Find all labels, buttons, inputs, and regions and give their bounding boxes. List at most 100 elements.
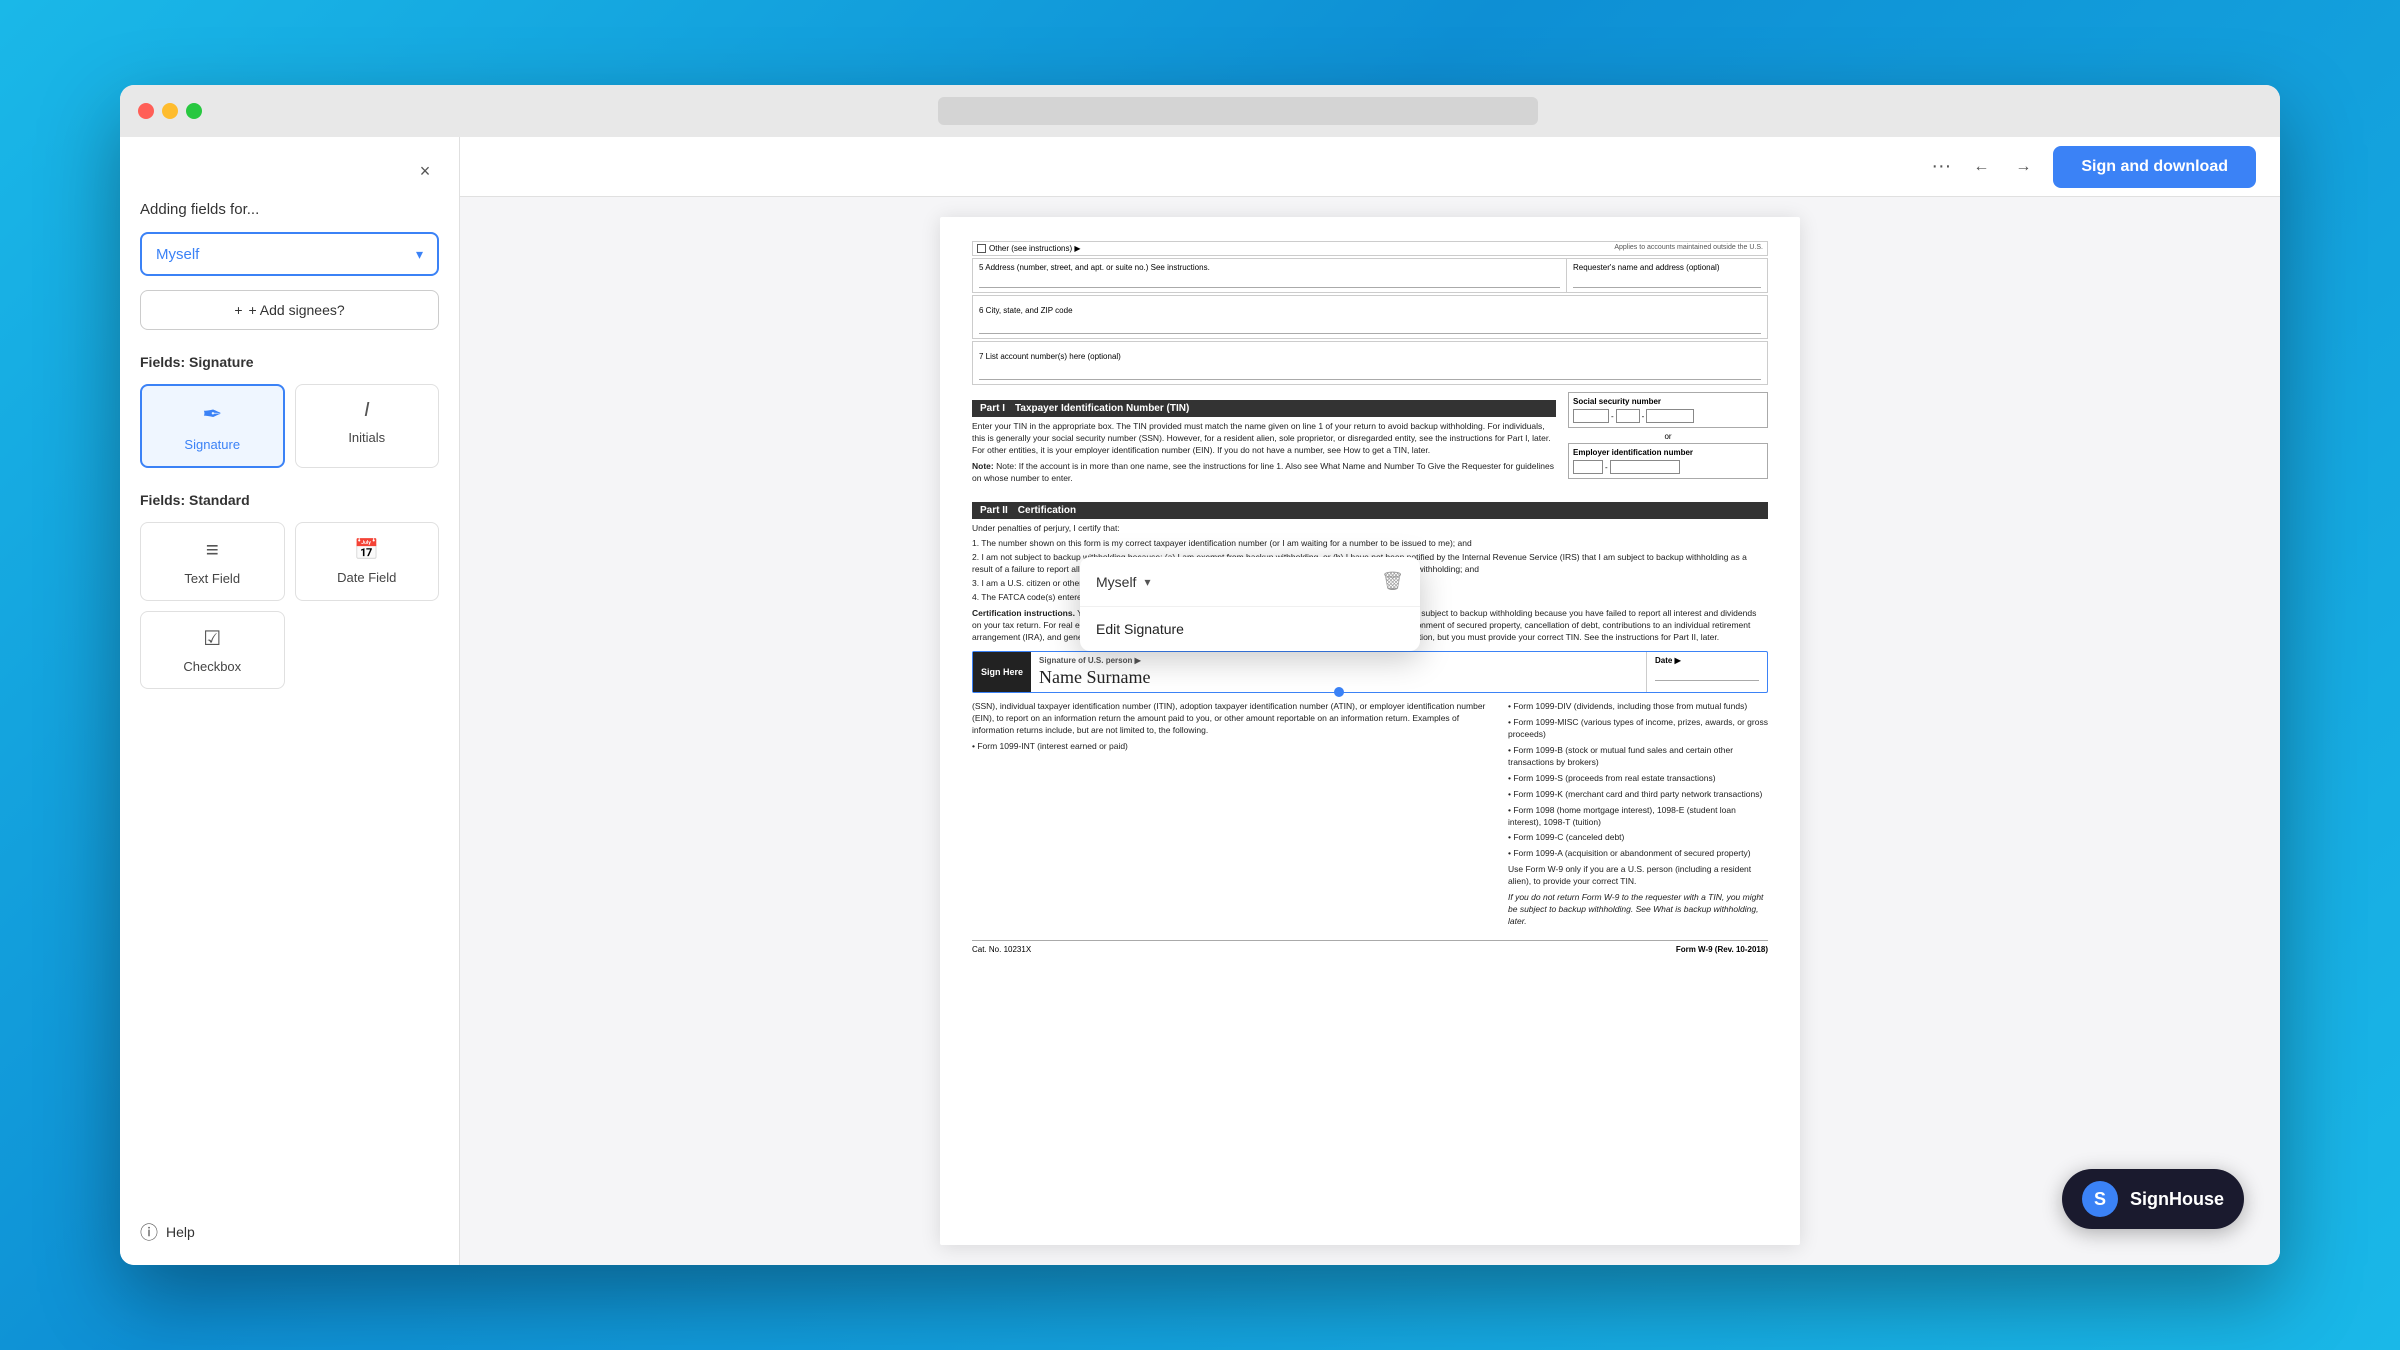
- popup-myself-text: Myself: [1096, 574, 1136, 590]
- sidebar-close-area: ×: [140, 157, 439, 185]
- add-signees-label: + Add signees?: [249, 302, 345, 318]
- part1-text: Enter your TIN in the appropriate box. T…: [972, 421, 1556, 457]
- sidebar: × Adding fields for... Myself ▾ + + Add …: [120, 137, 460, 1265]
- date-field-card[interactable]: 📅 Date Field: [295, 522, 440, 601]
- requesters-cell: Requester's name and address (optional): [1567, 259, 1767, 292]
- sign-here-label: Sign Here: [973, 652, 1031, 692]
- bottom-left-text: (SSN), individual taxpayer identificatio…: [972, 701, 1496, 737]
- document-area[interactable]: Other (see instructions) ▶ Applies to ac…: [460, 197, 2280, 1265]
- sign-here-text: Sign Here: [981, 667, 1023, 677]
- part2-title: Certification: [1018, 505, 1076, 516]
- signature-field-label: Signature: [184, 437, 240, 452]
- account-cell: 7 List account number(s) here (optional): [972, 341, 1768, 385]
- maximize-button[interactable]: [186, 103, 202, 119]
- date-field-area[interactable]: Date ▶: [1647, 652, 1767, 692]
- fields-signature-section-label: Fields: Signature: [140, 354, 439, 370]
- initials-field-card[interactable]: I Initials: [295, 384, 440, 468]
- forward-nav-button[interactable]: →: [2007, 151, 2039, 183]
- app-container: × Adding fields for... Myself ▾ + + Add …: [120, 137, 2280, 1265]
- applies-label: Applies to accounts maintained outside t…: [1610, 242, 1767, 255]
- account-label: 7 List account number(s) here (optional): [979, 352, 1121, 361]
- more-options-button[interactable]: ···: [1931, 155, 1951, 178]
- signature-dot: [1334, 687, 1344, 697]
- signhouse-badge: S SignHouse: [2062, 1169, 2244, 1229]
- cert-item-1: 1. The number shown on this form is my c…: [972, 538, 1768, 550]
- fields-standard-section-label: Fields: Standard: [140, 492, 439, 508]
- address-number-label: 5 Address (number, street, and apt. or s…: [979, 263, 1210, 272]
- checkbox-field-card[interactable]: ☑ Checkbox: [140, 611, 285, 689]
- ssn-box: Social security number - -: [1568, 392, 1768, 428]
- toolbar: ··· ← → Sign and download: [460, 137, 2280, 197]
- help-footer[interactable]: ⓘ Help: [140, 1219, 439, 1245]
- traffic-lights: [138, 103, 202, 119]
- help-text: Help: [166, 1224, 195, 1240]
- checkbox-label: Checkbox: [183, 659, 241, 674]
- text-field-icon: ≡: [206, 537, 219, 563]
- date-label: Date ▶: [1655, 656, 1759, 665]
- popup-header: Myself ▾ 🗑: [1080, 557, 1420, 607]
- other-checkbox: [977, 244, 986, 253]
- sign-download-button[interactable]: Sign and download: [2053, 146, 2256, 188]
- signature-field-sublabel: Signature of U.S. person ▶: [1039, 656, 1638, 665]
- cat-label: Cat. No. 10231X: [972, 945, 1031, 954]
- ein-box: Employer identification number -: [1568, 443, 1768, 479]
- popup-menu: Myself ▾ 🗑 Edit Signature: [1080, 557, 1420, 651]
- text-field-label: Text Field: [184, 571, 240, 586]
- toolbar-nav: ← →: [1965, 151, 2039, 183]
- sidebar-close-button[interactable]: ×: [411, 157, 439, 185]
- signature-icon: ✒: [202, 400, 222, 429]
- address-number-cell: 5 Address (number, street, and apt. or s…: [973, 259, 1567, 292]
- popup-edit-signature[interactable]: Edit Signature: [1080, 607, 1420, 651]
- help-icon: ⓘ: [140, 1219, 158, 1245]
- browser-window: × Adding fields for... Myself ▾ + + Add …: [120, 85, 2280, 1265]
- other-label: Other (see instructions) ▶: [989, 244, 1081, 253]
- main-content: ··· ← → Sign and download: [460, 137, 2280, 1265]
- part1-header: Part I Taxpayer Identification Number (T…: [972, 400, 1556, 417]
- part1-note: Note: Note: If the account is in more th…: [972, 461, 1556, 485]
- signature-field-card[interactable]: ✒ Signature: [140, 384, 285, 468]
- back-nav-button[interactable]: ←: [1965, 151, 1997, 183]
- url-bar: [938, 97, 1538, 125]
- dropdown-arrow-icon: ▾: [416, 246, 423, 263]
- right-column: • Form 1099-DIV (dividends, including th…: [1508, 701, 1768, 931]
- requesters-label: Requester's name and address (optional): [1573, 263, 1720, 272]
- bottom-section: (SSN), individual taxpayer identificatio…: [972, 701, 1768, 931]
- part1-note-text: Note: If the account is in more than one…: [972, 461, 1554, 483]
- form-footer: Cat. No. 10231X Form W-9 (Rev. 10-2018): [972, 940, 1768, 954]
- initials-icon: I: [364, 399, 370, 422]
- form-label: Form W-9 (Rev. 10-2018): [1676, 945, 1768, 954]
- sign-here-row[interactable]: Sign Here Signature of U.S. person ▶ Nam…: [972, 651, 1768, 693]
- cert-intro: Under penalties of perjury, I certify th…: [972, 523, 1768, 535]
- part2-header: Part II Certification: [972, 502, 1768, 519]
- ssn-label: Social security number: [1573, 397, 1763, 406]
- browser-titlebar: [120, 85, 2280, 137]
- signhouse-brand-label: SignHouse: [2130, 1189, 2224, 1210]
- minimize-button[interactable]: [162, 103, 178, 119]
- adding-fields-label: Adding fields for...: [140, 201, 439, 218]
- standard-fields-grid: ≡ Text Field 📅 Date Field ☑ Checkbox: [140, 522, 439, 689]
- popup-dropdown[interactable]: Myself ▾: [1096, 574, 1150, 590]
- signature-fields-grid: ✒ Signature I Initials: [140, 384, 439, 468]
- checkbox-icon: ☑: [203, 626, 221, 651]
- myself-text: Myself: [156, 246, 199, 263]
- close-button[interactable]: [138, 103, 154, 119]
- document-page: Other (see instructions) ▶ Applies to ac…: [940, 217, 1800, 1245]
- date-field-label: Date Field: [337, 570, 396, 585]
- plus-icon: +: [234, 302, 242, 318]
- part1-label: Part I: [980, 403, 1005, 414]
- part2-label: Part II: [980, 505, 1008, 516]
- ein-label: Employer identification number: [1573, 448, 1763, 457]
- myself-dropdown[interactable]: Myself ▾: [140, 232, 439, 276]
- initials-field-label: Initials: [348, 430, 385, 445]
- popup-chevron-icon: ▾: [1144, 575, 1150, 589]
- text-field-card[interactable]: ≡ Text Field: [140, 522, 285, 601]
- signhouse-icon: S: [2082, 1181, 2118, 1217]
- city-cell: 6 City, state, and ZIP code: [972, 295, 1768, 339]
- city-label: 6 City, state, and ZIP code: [979, 306, 1073, 315]
- popup-delete-button[interactable]: 🗑: [1381, 571, 1404, 592]
- add-signees-button[interactable]: + + Add signees?: [140, 290, 439, 330]
- bottom-1099int: • Form 1099-INT (interest earned or paid…: [972, 741, 1496, 753]
- signature-field[interactable]: Signature of U.S. person ▶ Name Surname: [1031, 652, 1647, 692]
- popup-overlay: Myself ▾ 🗑 Edit Signature: [1080, 557, 1420, 651]
- signature-text-value: Name Surname: [1039, 667, 1638, 688]
